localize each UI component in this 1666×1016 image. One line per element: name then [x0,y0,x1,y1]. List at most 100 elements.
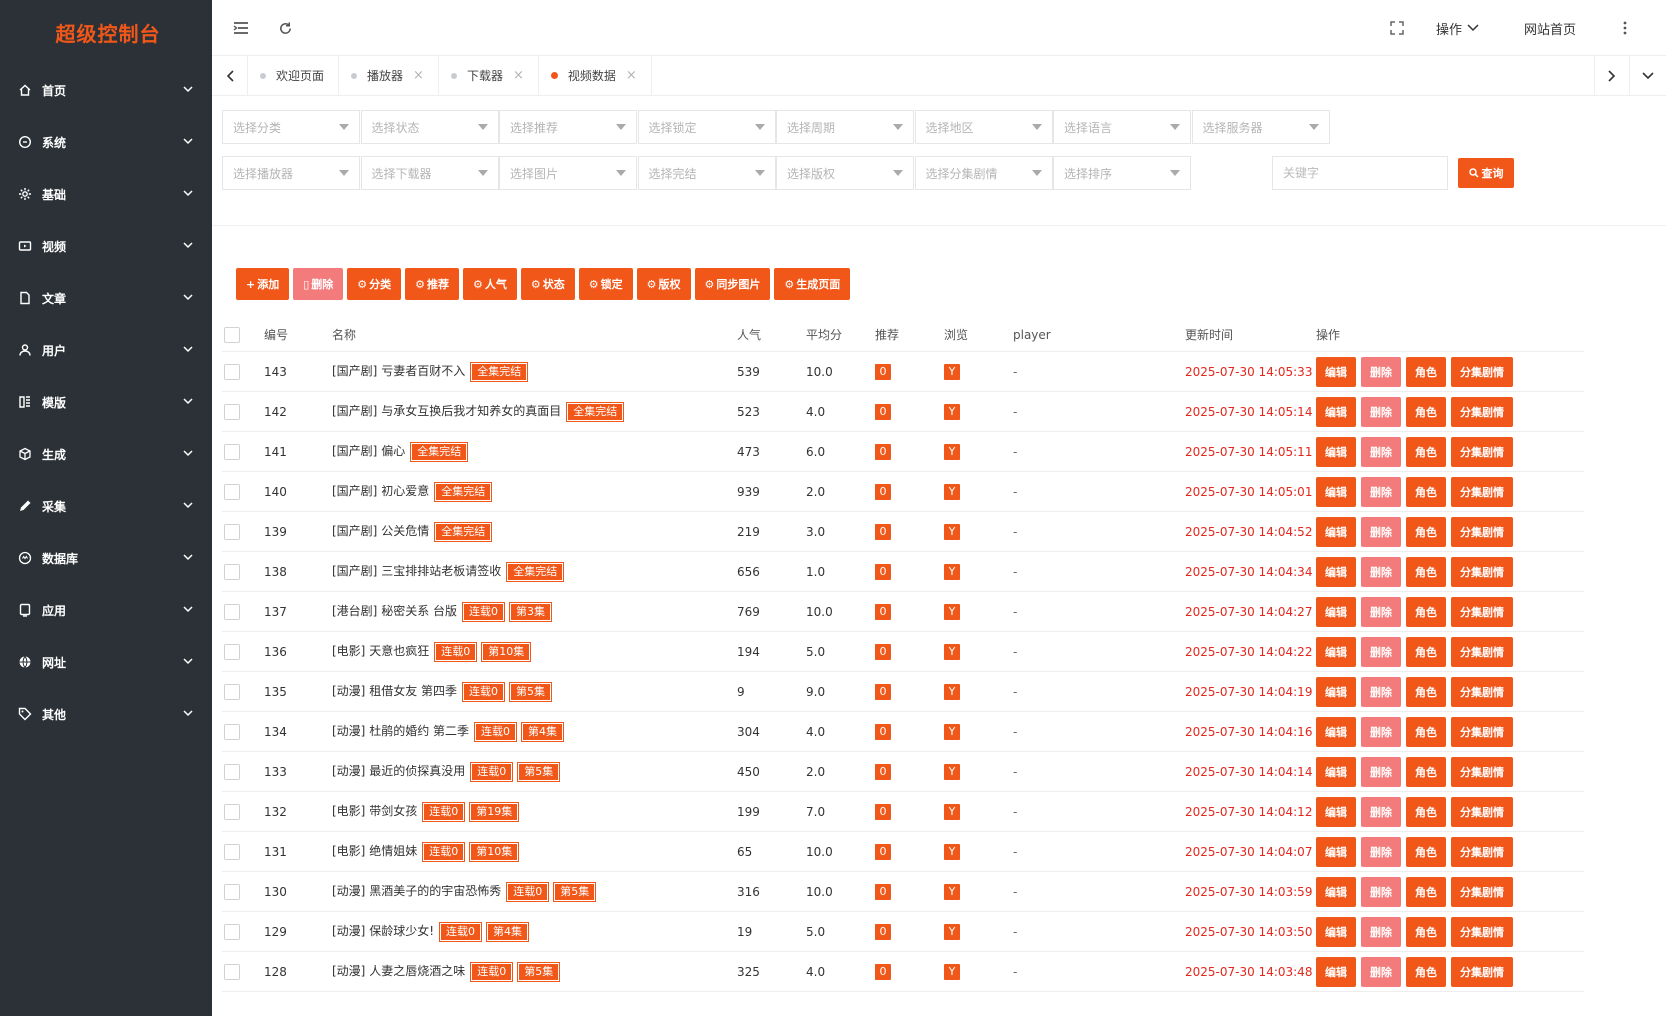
edit-button[interactable]: 编辑 [1316,396,1356,427]
delete-button[interactable]: 删除 [1361,556,1401,587]
delete-button[interactable]: 删除 [1361,956,1401,987]
role-button[interactable]: 角色 [1406,436,1446,467]
video-title-link[interactable]: 黑酒美子的的宇宙恐怖秀 [369,884,501,898]
filter-select[interactable]: 选择锁定 [637,110,776,144]
role-button[interactable]: 角色 [1406,956,1446,987]
episodes-button[interactable]: 分集剧情 [1451,636,1513,667]
row-checkbox[interactable] [224,483,240,500]
recommend-toggle[interactable]: 0 [875,963,891,980]
sidebar-item-4[interactable]: 文章 [0,272,212,324]
role-button[interactable]: 角色 [1406,596,1446,627]
delete-button[interactable]: 删除 [1361,756,1401,787]
row-checkbox[interactable] [224,963,240,980]
browse-toggle[interactable]: Y [944,403,960,420]
role-button[interactable]: 角色 [1406,356,1446,387]
sidebar-item-7[interactable]: 生成 [0,428,212,480]
browse-toggle[interactable]: Y [944,763,960,780]
recommend-toggle[interactable]: 0 [875,763,891,780]
video-title-link[interactable]: 绝情姐妹 [369,844,417,858]
video-title-link[interactable]: 最近的侦探真没用 [369,764,465,778]
edit-button[interactable]: 编辑 [1316,436,1356,467]
tab-0[interactable]: 欢迎页面 [248,55,340,96]
row-checkbox[interactable] [224,523,240,540]
edit-button[interactable]: 编辑 [1316,516,1356,547]
episodes-button[interactable]: 分集剧情 [1451,756,1513,787]
browse-toggle[interactable]: Y [944,443,960,460]
edit-button[interactable]: 编辑 [1316,556,1356,587]
filter-select[interactable]: 选择完结 [637,156,776,190]
tabs-dropdown-icon[interactable] [1630,56,1666,96]
episodes-button[interactable]: 分集剧情 [1451,716,1513,747]
recommend-toggle[interactable]: 0 [875,563,891,580]
sidebar-item-1[interactable]: 系统 [0,116,212,168]
role-button[interactable]: 角色 [1406,636,1446,667]
role-button[interactable]: 角色 [1406,676,1446,707]
delete-button[interactable]: 删除 [1361,476,1401,507]
recommend-toggle[interactable]: 0 [875,843,891,860]
video-title-link[interactable]: 与承女互换后我才知养女的真面目 [381,404,561,418]
lock-button[interactable]: ⚙ 锁定 [578,268,633,300]
recommend-toggle[interactable]: 0 [875,683,891,700]
role-button[interactable]: 角色 [1406,796,1446,827]
row-checkbox[interactable] [224,643,240,660]
role-button[interactable]: 角色 [1406,756,1446,787]
add-button[interactable]: + 添加 [236,268,290,300]
video-title-link[interactable]: 杜鹃的婚约 第二季 [369,724,469,738]
sync-images-button[interactable]: ⚙ 同步图片 [694,268,771,300]
delete-button[interactable]: 删除 [1361,876,1401,907]
episodes-button[interactable]: 分集剧情 [1451,356,1513,387]
more-vertical-icon[interactable] [1616,16,1634,40]
filter-select[interactable]: 选择周期 [776,110,914,144]
sidebar-item-10[interactable]: 应用 [0,584,212,636]
row-checkbox[interactable] [224,803,240,820]
edit-button[interactable]: 编辑 [1316,476,1356,507]
filter-select[interactable]: 选择播放器 [222,156,360,190]
episodes-button[interactable]: 分集剧情 [1451,916,1513,947]
edit-button[interactable]: 编辑 [1316,956,1356,987]
tabs-scroll-right-icon[interactable] [1594,55,1630,96]
delete-button[interactable]: 删除 [1361,356,1401,387]
video-title-link[interactable]: 偏心 [381,444,405,458]
edit-button[interactable]: 编辑 [1316,636,1356,667]
row-checkbox[interactable] [224,883,240,900]
role-button[interactable]: 角色 [1406,836,1446,867]
browse-toggle[interactable]: Y [944,483,960,500]
sidebar-item-0[interactable]: 首页 [0,64,212,116]
filter-select[interactable]: 选择语言 [1053,110,1191,144]
delete-button[interactable]: 删除 [1361,836,1401,867]
row-checkbox[interactable] [224,403,240,420]
filter-select[interactable]: 选择排序 [1053,156,1191,190]
role-button[interactable]: 角色 [1406,916,1446,947]
delete-button[interactable]: 删除 [1361,596,1401,627]
row-checkbox[interactable] [224,603,240,620]
tabs-scroll-left-icon[interactable] [212,55,248,96]
browse-toggle[interactable]: Y [944,683,960,700]
role-button[interactable]: 角色 [1406,476,1446,507]
role-button[interactable]: 角色 [1406,516,1446,547]
video-title-link[interactable]: 秘密关系 台版 [381,604,457,618]
video-title-link[interactable]: 公关危情 [381,524,429,538]
browse-toggle[interactable]: Y [944,843,960,860]
browse-toggle[interactable]: Y [944,883,960,900]
delete-button[interactable]: 删除 [1361,796,1401,827]
filter-select[interactable]: 选择版权 [776,156,914,190]
episodes-button[interactable]: 分集剧情 [1451,516,1513,547]
video-title-link[interactable]: 三宝排排站老板请签收 [381,564,501,578]
close-icon[interactable]: × [626,68,637,83]
recommend-toggle[interactable]: 0 [875,923,891,940]
video-title-link[interactable]: 租借女友 第四季 [369,684,457,698]
sidebar-item-2[interactable]: 基础 [0,168,212,220]
status-button[interactable]: ⚙ 状态 [520,268,575,300]
row-checkbox[interactable] [224,763,240,780]
edit-button[interactable]: 编辑 [1316,836,1356,867]
row-checkbox[interactable] [224,843,240,860]
sidebar-item-8[interactable]: 采集 [0,480,212,532]
video-title-link[interactable]: 初心爱意 [381,484,429,498]
row-checkbox[interactable] [224,563,240,580]
episodes-button[interactable]: 分集剧情 [1451,596,1513,627]
episodes-button[interactable]: 分集剧情 [1451,676,1513,707]
video-title-link[interactable]: 人妻之唇烧酒之味 [369,964,465,978]
episodes-button[interactable]: 分集剧情 [1451,796,1513,827]
video-title-link[interactable]: 保龄球少女! [369,924,434,938]
delete-button[interactable]: 删除 [1361,436,1401,467]
